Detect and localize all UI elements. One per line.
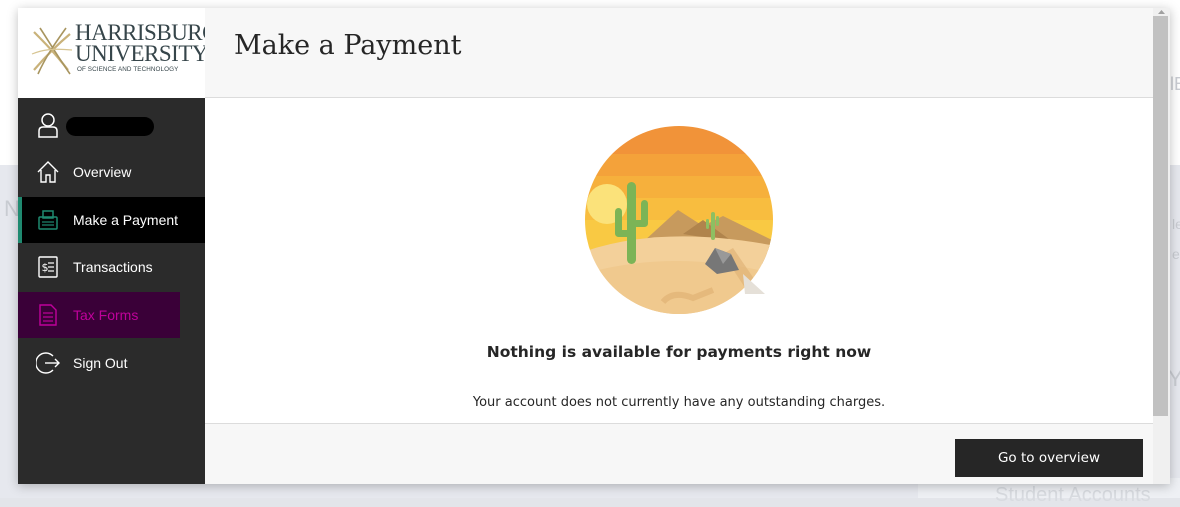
payment-modal: HARRISBURG UNIVERSITY OF SCIENCE AND TEC… (18, 8, 1170, 484)
empty-state-description: Your account does not currently have any… (472, 395, 886, 410)
desert-cactus-illustration-icon (585, 126, 773, 314)
document-icon (39, 304, 57, 326)
house-icon (37, 161, 59, 183)
user-name-redacted (66, 117, 154, 136)
background-card-label: Student Accounts (995, 484, 1151, 506)
sidebar-item-overview[interactable]: Overview (18, 149, 205, 195)
scrollbar-thumb[interactable] (1153, 16, 1168, 416)
background-text-fragment: le (1172, 216, 1180, 232)
sidebar-item-tax-forms[interactable]: Tax Forms (18, 292, 180, 338)
sign-out-icon (36, 352, 60, 374)
sidebar-item-label: Transactions (73, 259, 153, 275)
logo-text-university: UNIVERSITY (75, 41, 209, 66)
background-text-fragment: e (1172, 246, 1180, 262)
logo-text-subtitle: OF SCIENCE AND TECHNOLOGY (77, 66, 179, 73)
sidebar-item-label: Overview (73, 164, 132, 180)
university-logo: HARRISBURG UNIVERSITY OF SCIENCE AND TEC… (18, 8, 219, 98)
sidebar-item-make-a-payment[interactable]: Make a Payment (18, 197, 205, 243)
sidebar-item-label: Make a Payment (73, 212, 179, 228)
modal-footer: Go to overview (205, 423, 1153, 484)
payment-terminal-icon (38, 210, 58, 230)
user-profile (18, 112, 205, 142)
receipt-icon: $ (38, 256, 58, 278)
modal-header: Make a Payment (205, 8, 1153, 98)
background-text-fragment: lE (1170, 74, 1180, 94)
user-icon (38, 113, 58, 138)
main-content: Make a Payment Nothing is available for … (205, 8, 1153, 484)
sidebar-item-label: Sign Out (73, 355, 128, 371)
page-title: Make a Payment (234, 30, 462, 61)
sidebar-item-label: Tax Forms (73, 307, 139, 323)
scroll-up-arrow-icon[interactable] (1155, 8, 1168, 16)
svg-text:$: $ (42, 261, 49, 274)
sidebar-item-transactions[interactable]: $ Transactions (18, 244, 205, 290)
empty-state-title: Nothing is available for payments right … (486, 343, 872, 361)
harrisburg-logo-mark-icon (31, 27, 73, 75)
sidebar: HARRISBURG UNIVERSITY OF SCIENCE AND TEC… (18, 8, 219, 484)
go-to-overview-button[interactable]: Go to overview (955, 439, 1143, 477)
sidebar-item-sign-out[interactable]: Sign Out (18, 340, 205, 386)
